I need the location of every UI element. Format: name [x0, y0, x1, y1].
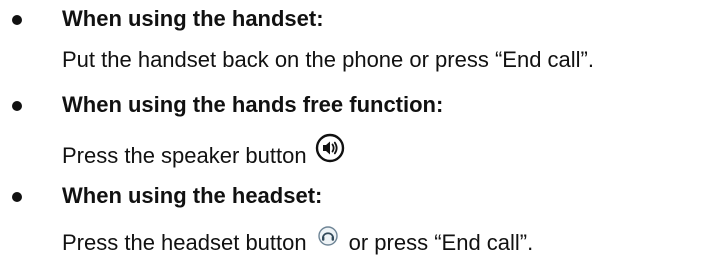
- bullet-point: [12, 192, 22, 202]
- instruction-heading: When using the hands free function:: [62, 92, 444, 117]
- instruction-heading: When using the handset:: [62, 6, 324, 31]
- instruction-text: Put the handset back on the phone or pre…: [62, 47, 594, 72]
- instruction-list: When using the handset: Put the handset …: [0, 0, 708, 270]
- instruction-text: Press the headset button: [62, 230, 307, 255]
- instruction-text: Press the speaker button: [62, 143, 307, 168]
- headset-icon: [317, 225, 339, 247]
- instruction-heading: When using the headset:: [62, 183, 323, 208]
- instruction-body: Press the speaker button: [62, 133, 345, 169]
- instruction-body: Put the handset back on the phone or pre…: [62, 47, 594, 73]
- bullet-point: [12, 15, 22, 25]
- instruction-text: or press “End call”.: [348, 230, 534, 255]
- bullet-point: [12, 101, 22, 111]
- speaker-icon: [315, 133, 345, 163]
- instruction-body: Press the headset button or press “End c…: [62, 226, 534, 256]
